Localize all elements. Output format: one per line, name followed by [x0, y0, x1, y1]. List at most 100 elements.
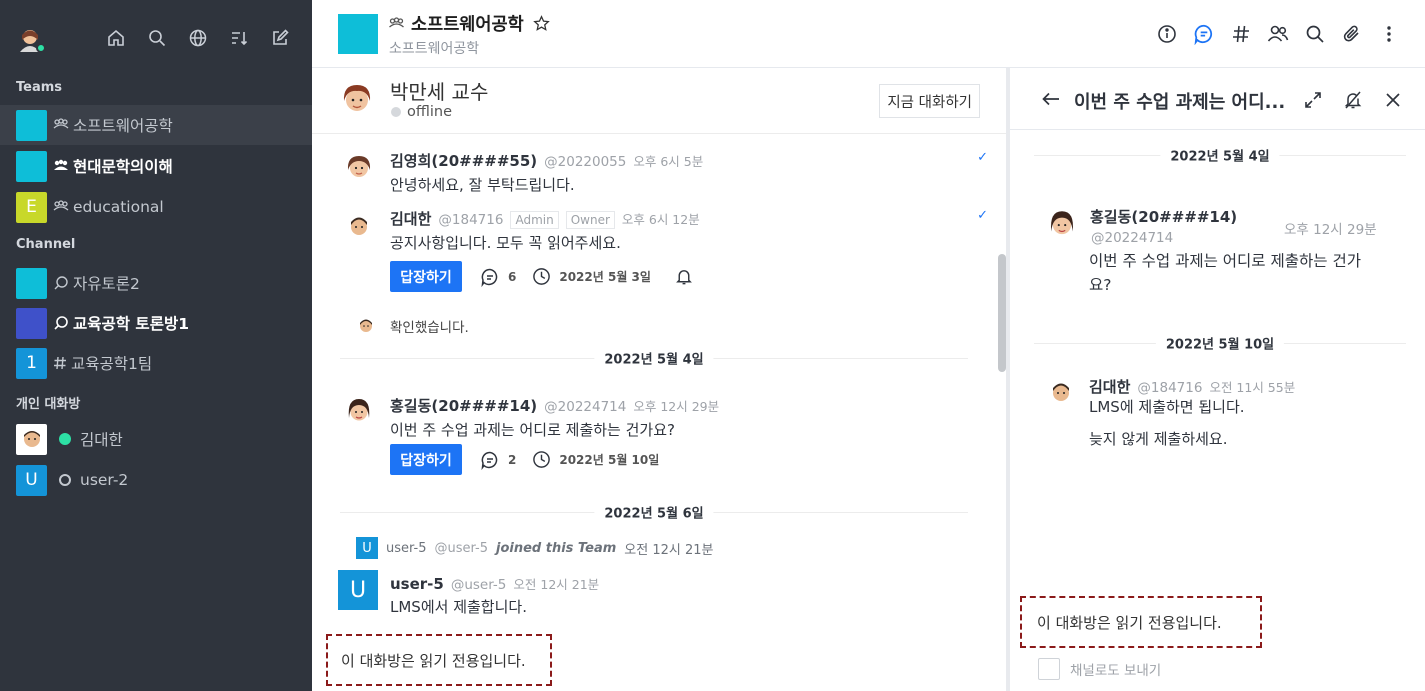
- reply-button[interactable]: 답장하기: [390, 261, 462, 292]
- thread-replies-icon: [481, 268, 498, 287]
- search-messages-icon[interactable]: [1303, 22, 1327, 46]
- sidebar-channel-free-discussion[interactable]: 자유토론2: [0, 263, 312, 303]
- system-message: U user-5 @user-5 joined this Team 오전 12시…: [356, 537, 713, 559]
- message-username: @184716: [438, 212, 504, 228]
- attachment-icon[interactable]: [1340, 22, 1364, 46]
- date-divider: 2022년 5월 4일: [1034, 145, 1406, 165]
- user-avatar: [344, 396, 374, 426]
- thread-replies[interactable]: 2: [480, 450, 516, 470]
- user-avatar: U: [338, 570, 378, 610]
- date-divider-label: 2022년 5월 4일: [594, 348, 714, 368]
- message-username: @20224714: [1091, 230, 1174, 246]
- sidebar-item-label: 교육공학1팀: [71, 355, 153, 373]
- channels-hashtag-icon[interactable]: [1229, 22, 1253, 46]
- mute-notifications-icon[interactable]: [1341, 88, 1365, 112]
- search-icon[interactable]: [145, 26, 169, 50]
- also-send-to-channel[interactable]: 채널로도 보내기: [1038, 658, 1161, 680]
- date-divider-label: 2022년 5월 6일: [594, 502, 714, 522]
- team-icon: [53, 159, 69, 173]
- dm-contact-name: 박만세 교수: [390, 80, 489, 104]
- sidebar-team-modern-literature[interactable]: 현대문학의이해: [0, 146, 312, 186]
- message-body: LMS에 제출하면 됩니다.: [1089, 398, 1245, 416]
- threads-icon[interactable]: [1192, 22, 1216, 46]
- message-body: 확인했습니다.: [390, 320, 469, 336]
- more-options-icon[interactable]: [1377, 22, 1401, 46]
- message-time: 오후 6시 12분: [621, 212, 700, 227]
- date-divider: 2022년 5월 10일: [1034, 333, 1406, 353]
- message-body: LMS에서 제출합니다.: [390, 598, 527, 616]
- room-header: 소프트웨어공학 소프트웨어공학: [312, 0, 1425, 68]
- system-message-time: 오전 12시 21분: [624, 542, 714, 558]
- reply-count: 2: [508, 452, 517, 467]
- message-author[interactable]: 홍길동(20####14): [390, 395, 537, 416]
- team-avatar: E: [16, 191, 47, 223]
- system-message-user[interactable]: user-5: [386, 541, 427, 556]
- sidebar-team-software-engineering[interactable]: 소프트웨어공학: [0, 105, 312, 145]
- room-subtitle: 소프트웨어공학: [389, 41, 480, 57]
- close-icon[interactable]: [1381, 88, 1405, 112]
- offline-status-icon: [391, 107, 401, 117]
- sidebar-item-label: 자유토론2: [73, 275, 140, 293]
- thread-read-only-notice: 이 대화방은 읽기 전용입니다.: [1020, 596, 1262, 648]
- favorite-star-icon[interactable]: [532, 15, 550, 32]
- sidebar-dm-user2[interactable]: U user-2: [0, 460, 312, 500]
- message-author[interactable]: 김대한: [1089, 376, 1130, 397]
- message-header: 김대한 @184716 오전 11시 55분: [1089, 376, 1295, 397]
- message-time: 오후 12시 29분: [633, 399, 720, 414]
- message-header: 김영희(20####55) @20220055 오후 6시 5분: [390, 150, 703, 171]
- sort-icon[interactable]: [227, 26, 251, 50]
- user-avatar: [1046, 377, 1076, 407]
- user-avatar: [344, 152, 374, 182]
- thread-replies[interactable]: 6: [480, 267, 516, 287]
- room-title-text: 소프트웨어공학: [411, 15, 524, 35]
- offline-status-icon: [59, 474, 71, 486]
- edit-icon[interactable]: [268, 26, 292, 50]
- message-author[interactable]: user-5: [390, 575, 444, 593]
- info-icon[interactable]: [1155, 22, 1179, 46]
- message-author[interactable]: 김대한: [390, 208, 431, 229]
- message-author[interactable]: 김영희(20####55): [390, 150, 537, 171]
- sidebar-item-label: 현대문학의이해: [73, 158, 173, 176]
- thread-title: 이번 주 수업 과제는 어디...: [1074, 92, 1286, 113]
- globe-icon[interactable]: [186, 26, 210, 50]
- also-send-label: 채널로도 보내기: [1070, 663, 1162, 679]
- team-icon: [53, 118, 69, 132]
- read-receipt-check-icon: ✓: [977, 208, 988, 223]
- talk-now-button[interactable]: 지금 대화하기: [879, 84, 980, 118]
- read-receipt-check-icon: ✓: [977, 150, 988, 165]
- sidebar-item-label: 김대한: [80, 431, 123, 449]
- notification-bell-icon[interactable]: [675, 267, 693, 286]
- thread-panel: 이번 주 수업 과제는 어디... 2022년 5월 4일 홍길동(20####…: [1010, 68, 1425, 691]
- my-online-status-icon: [36, 43, 46, 53]
- message-username: @20220055: [544, 154, 627, 170]
- message-list-panel: 박만세 교수 offline 지금 대화하기 김영희(20####55) @20…: [312, 68, 1006, 691]
- dm-avatar: U: [16, 464, 47, 496]
- thread-replies-icon: [481, 451, 498, 470]
- members-icon[interactable]: [1266, 22, 1290, 46]
- reply-button[interactable]: 답장하기: [390, 444, 462, 475]
- message-author[interactable]: 홍길동(20####14): [1090, 206, 1237, 227]
- sidebar: Teams 소프트웨어공학 현대문학의이해 E educational Chan…: [0, 0, 312, 691]
- room-title: 소프트웨어공학: [388, 11, 550, 36]
- my-avatar[interactable]: [17, 26, 46, 53]
- expand-icon[interactable]: [1301, 88, 1325, 112]
- hashtag-icon: [53, 356, 67, 370]
- also-send-checkbox[interactable]: [1038, 658, 1060, 680]
- section-channel: Channel: [16, 237, 76, 252]
- sidebar-channel-edtech-discussion[interactable]: 교육공학 토론방1: [0, 303, 312, 343]
- date-divider-label: 2022년 5월 10일: [1155, 333, 1285, 353]
- sidebar-item-label: user-2: [80, 471, 129, 489]
- clock-icon: [533, 451, 551, 468]
- channel-avatar: [16, 307, 47, 339]
- last-reply-date: 2022년 5월 3일: [559, 270, 651, 284]
- online-status-icon: [59, 433, 71, 445]
- sidebar-team-educational[interactable]: E educational: [0, 187, 312, 227]
- scrollbar[interactable]: [998, 254, 1006, 372]
- sidebar-channel-edtech-team1[interactable]: 1 교육공학1팀: [0, 343, 312, 383]
- user-avatar: [1046, 208, 1078, 240]
- team-icon: [53, 200, 69, 214]
- back-arrow-icon[interactable]: [1040, 88, 1062, 114]
- message-username: @184716: [1137, 380, 1203, 396]
- sidebar-dm-kimdaehan[interactable]: 김대한: [0, 419, 312, 459]
- home-icon[interactable]: [104, 26, 128, 50]
